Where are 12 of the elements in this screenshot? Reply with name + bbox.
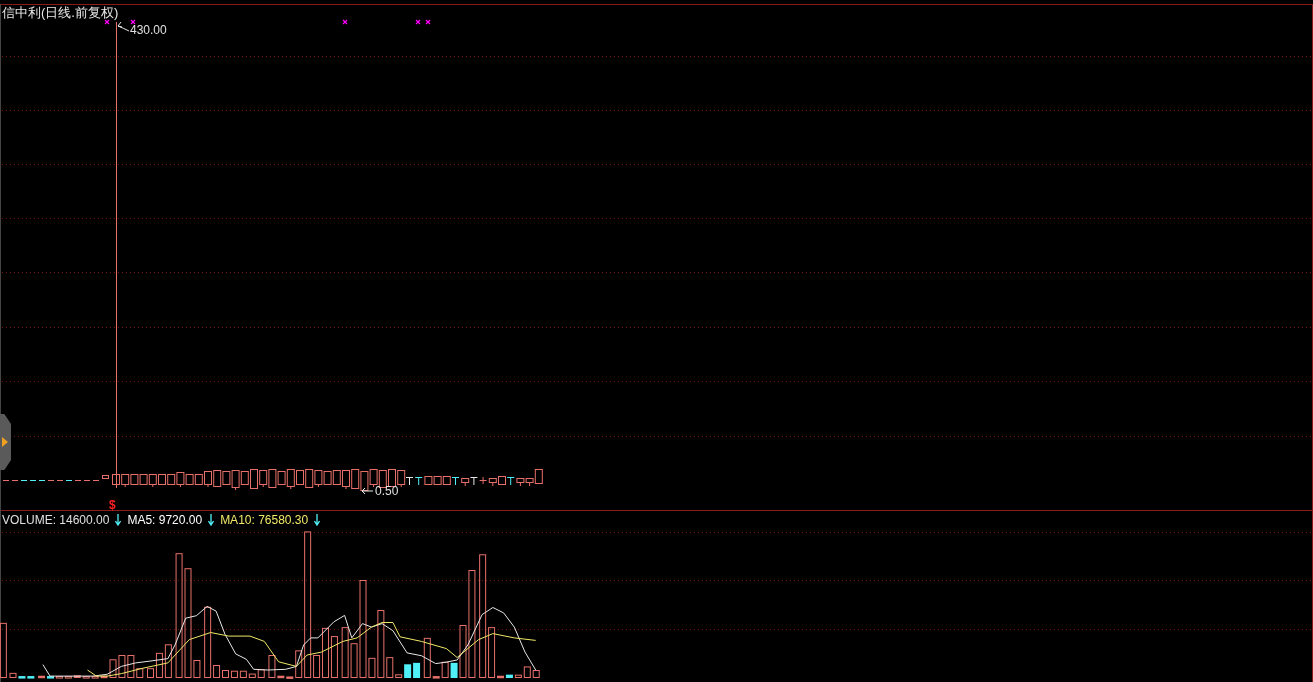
legend-value: MA5: 9720.00 [127, 513, 203, 527]
chart-title: 信中利(日线.前复权) [2, 5, 119, 20]
legend-value: VOLUME: 14600.00 [2, 513, 110, 527]
legend-value: MA10: 76580.30 [220, 513, 309, 527]
down-arrow-icon [115, 514, 122, 526]
low-price-label: 0.50 [375, 485, 399, 498]
triangle-icon [2, 437, 8, 447]
down-arrow-icon [208, 514, 215, 526]
collapse-handle[interactable] [0, 414, 11, 470]
high-price-label: 430.00 [130, 24, 167, 37]
signal-marker: $ [109, 499, 116, 511]
down-arrow-icon [314, 514, 321, 526]
